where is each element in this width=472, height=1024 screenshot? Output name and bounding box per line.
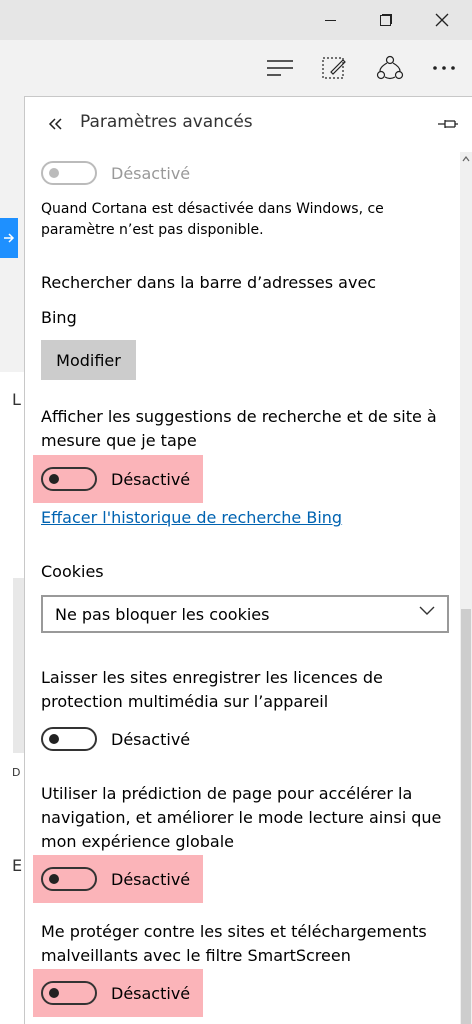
smartscreen-toggle-label: Désactivé xyxy=(111,983,191,1003)
media-licenses-label: Laisser les sites enregistrer les licenc… xyxy=(41,668,383,711)
close-icon xyxy=(435,13,449,27)
smartscreen-label: Me protéger contre les sites et téléchar… xyxy=(41,922,427,965)
suggestions-label: Afficher les suggestions de recherche et… xyxy=(41,407,437,450)
media-licenses-toggle-row: Désactivé xyxy=(33,715,198,763)
change-search-engine-button[interactable]: Modifier xyxy=(41,340,136,380)
search-engine-value: Bing xyxy=(41,308,77,327)
smartscreen-toggle-row: Désactivé xyxy=(33,969,203,1017)
search-address-bar-label: Rechercher dans la barre d’adresses avec xyxy=(41,273,377,292)
background-text: L xyxy=(12,390,21,409)
scroll-up-button[interactable] xyxy=(460,152,472,166)
more-icon xyxy=(433,66,455,70)
scrollbar-thumb[interactable] xyxy=(461,609,471,1024)
hub-button[interactable] xyxy=(258,46,302,90)
media-licenses-toggle-label: Désactivé xyxy=(111,729,191,749)
panel-title: Paramètres avancés xyxy=(80,112,253,132)
web-note-icon xyxy=(322,57,346,79)
chevron-down-icon xyxy=(419,606,435,615)
cookies-label: Cookies xyxy=(41,562,104,581)
more-button[interactable] xyxy=(422,46,466,90)
clear-bing-history-link[interactable]: Effacer l'historique de recherche Bing xyxy=(41,508,342,527)
restore-button[interactable] xyxy=(362,0,410,40)
share-button[interactable] xyxy=(368,46,412,90)
double-chevron-left-icon xyxy=(48,118,62,130)
cookies-select-value: Ne pas bloquer les cookies xyxy=(55,604,270,624)
cookies-select[interactable]: Ne pas bloquer les cookies xyxy=(41,595,449,633)
toggle-knob xyxy=(49,474,59,484)
share-icon xyxy=(376,55,404,80)
close-button[interactable] xyxy=(418,0,466,40)
web-note-button[interactable] xyxy=(312,46,356,90)
background-blue-button[interactable] xyxy=(0,218,18,258)
toggle-knob xyxy=(49,734,59,744)
arrow-right-icon xyxy=(4,233,15,243)
hub-icon xyxy=(267,60,293,76)
advanced-settings-panel: Paramètres avancés Désactivé Quand Corta… xyxy=(24,96,472,1024)
media-licenses-toggle[interactable] xyxy=(41,727,97,751)
minimize-icon xyxy=(324,19,336,21)
toggle-knob xyxy=(49,168,59,178)
minimize-button[interactable] xyxy=(306,0,354,40)
chevron-up-icon xyxy=(462,156,470,162)
page-prediction-toggle[interactable] xyxy=(41,867,97,891)
cortana-toggle-label: Désactivé xyxy=(111,163,191,183)
page-prediction-toggle-label: Désactivé xyxy=(111,869,191,889)
restore-icon xyxy=(380,14,392,26)
cortana-note: Quand Cortana est désactivée dans Window… xyxy=(41,201,384,238)
pin-icon xyxy=(438,120,458,128)
page-prediction-label: Utiliser la prédiction de page pour accé… xyxy=(41,784,442,851)
suggestions-toggle-row: Désactivé xyxy=(33,455,203,503)
panel-header: Paramètres avancés xyxy=(25,97,472,152)
suggestions-toggle-label: Désactivé xyxy=(111,469,191,489)
page-prediction-toggle-row: Désactivé xyxy=(33,855,203,903)
background-image-block xyxy=(13,578,24,753)
pin-button[interactable] xyxy=(434,110,462,138)
back-button[interactable] xyxy=(41,110,69,138)
toggle-knob xyxy=(49,988,59,998)
browser-toolbar xyxy=(0,40,472,96)
cortana-toggle-row: Désactivé xyxy=(33,149,198,197)
background-text: E xyxy=(12,856,23,875)
smartscreen-toggle[interactable] xyxy=(41,981,97,1005)
cortana-toggle[interactable] xyxy=(41,161,97,185)
suggestions-toggle[interactable] xyxy=(41,467,97,491)
background-text: D xyxy=(12,766,21,779)
window-title-bar xyxy=(0,0,472,40)
toggle-knob xyxy=(49,874,59,884)
